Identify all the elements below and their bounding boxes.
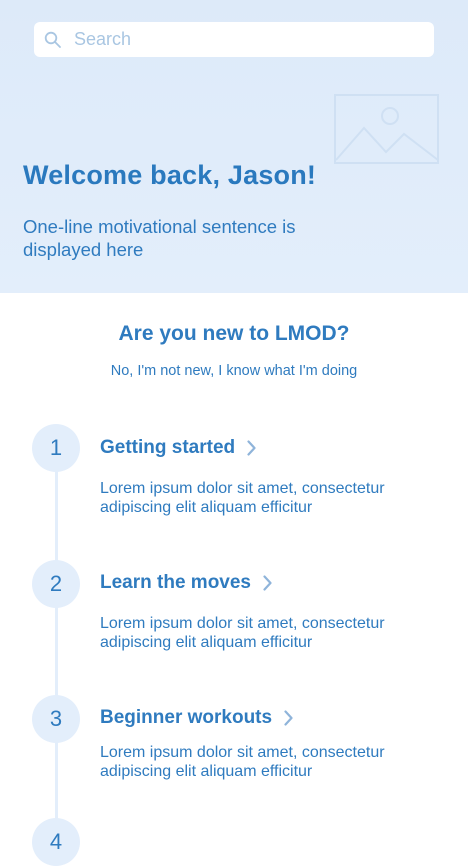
step-number-badge: 3: [32, 695, 80, 743]
search-icon: [44, 31, 61, 48]
chevron-right-icon: [284, 710, 293, 726]
step-title: Learn the moves: [100, 572, 251, 593]
step-number-badge: 1: [32, 424, 80, 472]
step-number-badge: 2: [32, 560, 80, 608]
chevron-right-icon: [263, 575, 272, 591]
step-description: Lorem ipsum dolor sit amet, consectetur …: [100, 615, 385, 651]
step-title: Beginner workouts: [100, 707, 273, 728]
onboarding-question: Are you new to LMOD?: [118, 322, 350, 345]
image-placeholder-icon: [334, 94, 439, 164]
motivational-sentence: One-line motivational sentence is displa…: [23, 216, 296, 260]
hero-banner: Welcome back, Jason! One-line motivation…: [0, 0, 468, 293]
welcome-title: Welcome back, Jason!: [23, 160, 317, 190]
search-bar[interactable]: [34, 22, 434, 57]
search-input[interactable]: [72, 28, 406, 51]
chevron-right-icon: [247, 440, 256, 456]
step-title: Getting started: [100, 437, 236, 458]
step-getting-started[interactable]: Getting started: [100, 437, 256, 459]
step-number-badge: 4: [32, 818, 80, 866]
skip-onboarding-link[interactable]: No, I'm not new, I know what I'm doing: [0, 363, 468, 379]
step-beginner-workouts[interactable]: Beginner workouts: [100, 707, 293, 729]
step-learn-the-moves[interactable]: Learn the moves: [100, 572, 272, 594]
step-description: Lorem ipsum dolor sit amet, consectetur …: [100, 480, 385, 516]
step-description: Lorem ipsum dolor sit amet, consectetur …: [100, 744, 385, 780]
timeline-line: [55, 450, 58, 832]
